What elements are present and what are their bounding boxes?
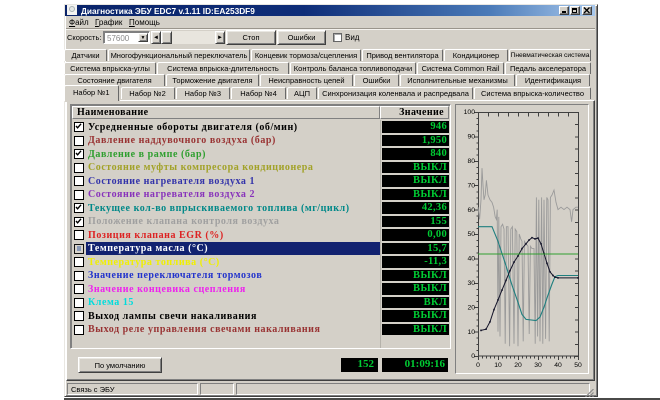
svg-text:40: 40 <box>467 256 475 263</box>
svg-text:80: 80 <box>467 158 475 165</box>
svg-text:30: 30 <box>467 280 475 287</box>
svg-text:50: 50 <box>467 231 475 238</box>
svg-text:0: 0 <box>476 362 480 369</box>
svg-text:10: 10 <box>467 329 475 336</box>
svg-text:50: 50 <box>574 362 582 369</box>
svg-text:30: 30 <box>534 362 542 369</box>
svg-text:90: 90 <box>467 134 475 141</box>
svg-text:20: 20 <box>514 362 522 369</box>
svg-text:60: 60 <box>467 207 475 214</box>
svg-text:70: 70 <box>467 182 475 189</box>
svg-text:40: 40 <box>554 362 562 369</box>
svg-text:0: 0 <box>471 353 475 360</box>
svg-text:100: 100 <box>464 109 476 116</box>
svg-text:10: 10 <box>494 362 502 369</box>
svg-text:20: 20 <box>467 304 475 311</box>
